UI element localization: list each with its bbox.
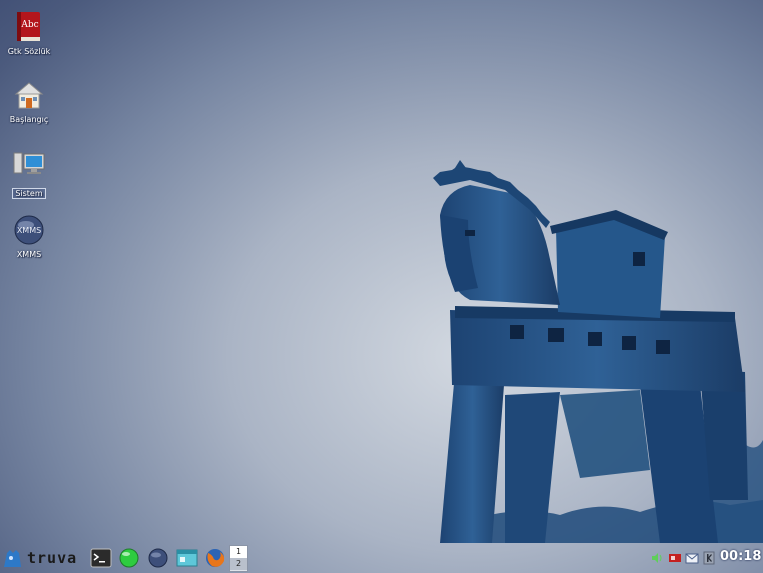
workspace-2[interactable]: 2 (230, 558, 247, 570)
desktop-icon-label: Sistem (12, 188, 46, 199)
desktop-icon-gtk-sozluk[interactable]: Abc Gtk Sözlük (2, 10, 56, 56)
home-icon (14, 82, 44, 109)
desktop-icon-baslangic[interactable]: Başlangıç (2, 78, 56, 124)
wallpaper-trojan-horse (433, 160, 763, 543)
desktop-icon-label: XMMS (16, 250, 42, 259)
computer-icon (13, 152, 45, 174)
svg-text:XMMS: XMMS (17, 226, 41, 235)
menu-logo-icon[interactable] (1, 547, 23, 569)
menu-logo-text[interactable]: truva (27, 549, 77, 567)
desktop[interactable]: Abc Gtk Sözlük Başlangıç Sistem XMMS XMM… (0, 0, 763, 573)
desktop-icon-sistem[interactable]: Sistem (2, 147, 56, 200)
workspace-1[interactable]: 1 (230, 546, 247, 558)
desktop-icon-xmms[interactable]: XMMS XMMS (2, 213, 56, 259)
terminal-icon[interactable] (90, 547, 112, 569)
desktop-icon-label: Başlangıç (9, 115, 49, 124)
volume-icon[interactable] (650, 551, 664, 565)
desktop-icon-label: Gtk Sözlük (7, 47, 51, 56)
mail-icon[interactable] (685, 551, 699, 565)
dictionary-book-icon: Abc (17, 12, 40, 41)
file-manager-icon[interactable] (176, 547, 198, 569)
network-globe-icon[interactable] (118, 547, 140, 569)
svg-text:Abc: Abc (20, 20, 38, 30)
workspace-pager[interactable]: 1 2 (229, 545, 248, 572)
network-status-icon[interactable] (668, 551, 682, 565)
clock[interactable]: 00:18 (720, 549, 761, 564)
xmms-player-icon: XMMS (14, 215, 44, 245)
firefox-icon[interactable] (204, 547, 226, 569)
xmms-player-icon[interactable] (147, 547, 169, 569)
taskbar-panel: truva 1 2 00:18 (0, 543, 763, 573)
keyboard-layout-icon[interactable] (702, 551, 716, 565)
